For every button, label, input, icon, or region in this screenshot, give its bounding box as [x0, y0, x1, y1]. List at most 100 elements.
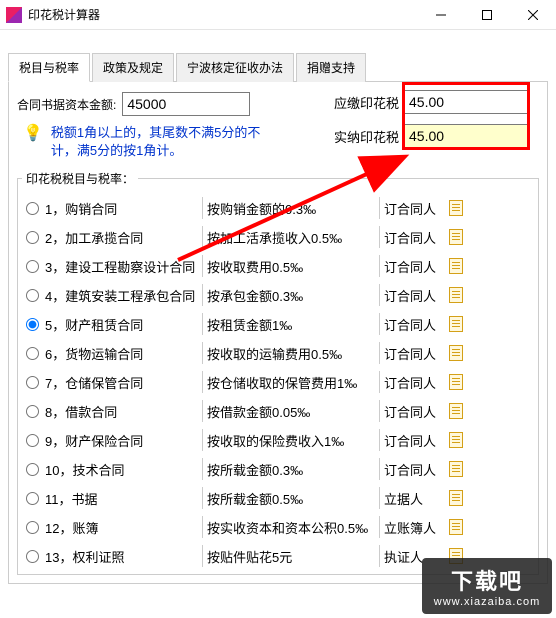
item-desc: 按收取费用0.5‰	[207, 257, 375, 276]
separator	[202, 371, 203, 393]
window-title: 印花税计算器	[28, 6, 418, 23]
doc-button[interactable]	[446, 374, 466, 390]
item-payer: 订合同人	[384, 402, 446, 421]
item-name: 2，加工承揽合同	[45, 228, 143, 247]
doc-button[interactable]	[446, 345, 466, 361]
rate-radio[interactable]	[26, 405, 39, 418]
doc-button[interactable]	[446, 316, 466, 332]
item-desc: 按收取的保险费收入1‰	[207, 431, 375, 450]
item-name: 8，借款合同	[45, 402, 117, 421]
item-payer: 立据人	[384, 489, 446, 508]
rate-radio[interactable]	[26, 492, 39, 505]
minimize-button[interactable]	[418, 0, 464, 30]
separator	[379, 342, 380, 364]
table-row: 8，借款合同 按借款金额0.05‰ 订合同人	[22, 396, 534, 425]
document-icon	[449, 200, 463, 216]
doc-button[interactable]	[446, 461, 466, 477]
doc-button[interactable]	[446, 287, 466, 303]
tip-text: 税额1角以上的，其尾数不满5分的不计，满5分的按1角计。	[51, 124, 271, 160]
amount-input[interactable]	[122, 92, 250, 116]
separator	[379, 429, 380, 451]
table-row: 12，账簿按实收资本和资本公积0.5‰立账簿人	[22, 512, 534, 541]
item-desc: 按加工活承揽收入0.5‰	[207, 228, 375, 247]
tab-donate[interactable]: 捐赠支持	[296, 53, 366, 82]
rate-radio[interactable]	[26, 347, 39, 360]
document-icon	[449, 316, 463, 332]
item-payer: 执证人	[384, 547, 446, 566]
due-label: 应缴印花税	[334, 93, 404, 112]
minimize-icon	[436, 10, 446, 20]
rate-radio[interactable]	[26, 521, 39, 534]
rate-radio[interactable]	[26, 463, 39, 476]
rate-radio[interactable]	[26, 231, 39, 244]
separator	[379, 371, 380, 393]
separator	[202, 255, 203, 277]
doc-button[interactable]	[446, 403, 466, 419]
maximize-icon	[482, 10, 492, 20]
item-name: 12，账簿	[45, 518, 98, 537]
close-icon	[528, 10, 538, 20]
table-row: 13，权利证照按贴件贴花5元执证人	[22, 541, 534, 570]
rate-radio[interactable]	[26, 260, 39, 273]
document-icon	[449, 461, 463, 477]
doc-button[interactable]	[446, 229, 466, 245]
separator	[379, 313, 380, 335]
watermark-url: www.xiazaiba.com	[426, 596, 548, 608]
rate-radio[interactable]	[26, 202, 39, 215]
doc-button[interactable]	[446, 490, 466, 506]
item-payer: 订合同人	[384, 228, 446, 247]
rate-radio[interactable]	[26, 376, 39, 389]
table-row: 6，货物运输合同按收取的运输费用0.5‰订合同人	[22, 338, 534, 367]
document-icon	[449, 287, 463, 303]
item-name: 4，建筑安装工程承包合同	[45, 286, 195, 305]
item-desc: 按购销金额的0.3‰	[207, 199, 375, 218]
item-payer: 立账簿人	[384, 518, 446, 537]
table-row: 10，技术合同按所载金额0.3‰订合同人	[22, 454, 534, 483]
tab-policy[interactable]: 政策及规定	[92, 53, 174, 82]
rate-group: 印花税税目与税率： 1，购销合同按购销金额的0.3‰订合同人2，加工承揽合同按加…	[17, 170, 539, 575]
item-desc: 按租赁金额1‰	[207, 315, 375, 334]
rate-radio[interactable]	[26, 550, 39, 563]
separator	[379, 516, 380, 538]
paid-output: 45.00	[404, 124, 528, 148]
document-icon	[449, 403, 463, 419]
document-icon	[449, 374, 463, 390]
document-icon	[449, 490, 463, 506]
doc-button[interactable]	[446, 548, 466, 564]
close-button[interactable]	[510, 0, 556, 30]
table-row: 9，财产保险合同按收取的保险费收入1‰订合同人	[22, 425, 534, 454]
table-row: 7，仓储保管合同按仓储收取的保管费用1‰订合同人	[22, 367, 534, 396]
doc-button[interactable]	[446, 432, 466, 448]
rate-list: 1，购销合同按购销金额的0.3‰订合同人 2，加工承揽合同 按加工活承揽收入0.5‰…	[22, 193, 534, 570]
separator	[379, 458, 380, 480]
doc-button[interactable]	[446, 519, 466, 535]
item-desc: 按所载金额0.3‰	[207, 460, 375, 479]
doc-button[interactable]	[446, 258, 466, 274]
tab-rates[interactable]: 税目与税率	[8, 53, 90, 82]
paid-label: 实纳印花税	[334, 127, 404, 146]
item-payer: 订合同人	[384, 286, 446, 305]
separator	[202, 545, 203, 567]
document-icon	[449, 432, 463, 448]
separator	[202, 226, 203, 248]
item-name: 7，仓储保管合同	[45, 373, 143, 392]
table-row: 2，加工承揽合同 按加工活承揽收入0.5‰ 订合同人	[22, 222, 534, 251]
separator	[202, 400, 203, 422]
item-payer: 订合同人	[384, 315, 446, 334]
item-desc: 按收取的运输费用0.5‰	[207, 344, 375, 363]
rate-radio[interactable]	[26, 318, 39, 331]
bulb-icon: 💡	[23, 126, 43, 142]
rate-radio[interactable]	[26, 434, 39, 447]
table-row: 3，建设工程勘察设计合同按收取费用0.5‰订合同人	[22, 251, 534, 280]
item-payer: 订合同人	[384, 373, 446, 392]
separator	[202, 516, 203, 538]
doc-button[interactable]	[446, 200, 466, 216]
item-desc: 按借款金额0.05‰	[207, 402, 375, 421]
tab-ningbo[interactable]: 宁波核定征收办法	[176, 53, 294, 82]
table-row: 1，购销合同按购销金额的0.3‰订合同人	[22, 193, 534, 222]
rate-radio[interactable]	[26, 289, 39, 302]
maximize-button[interactable]	[464, 0, 510, 30]
tabbar: 税目与税率 政策及规定 宁波核定征收办法 捐赠支持	[8, 52, 548, 82]
item-payer: 订合同人	[384, 257, 446, 276]
item-name: 11，书据	[45, 489, 98, 508]
